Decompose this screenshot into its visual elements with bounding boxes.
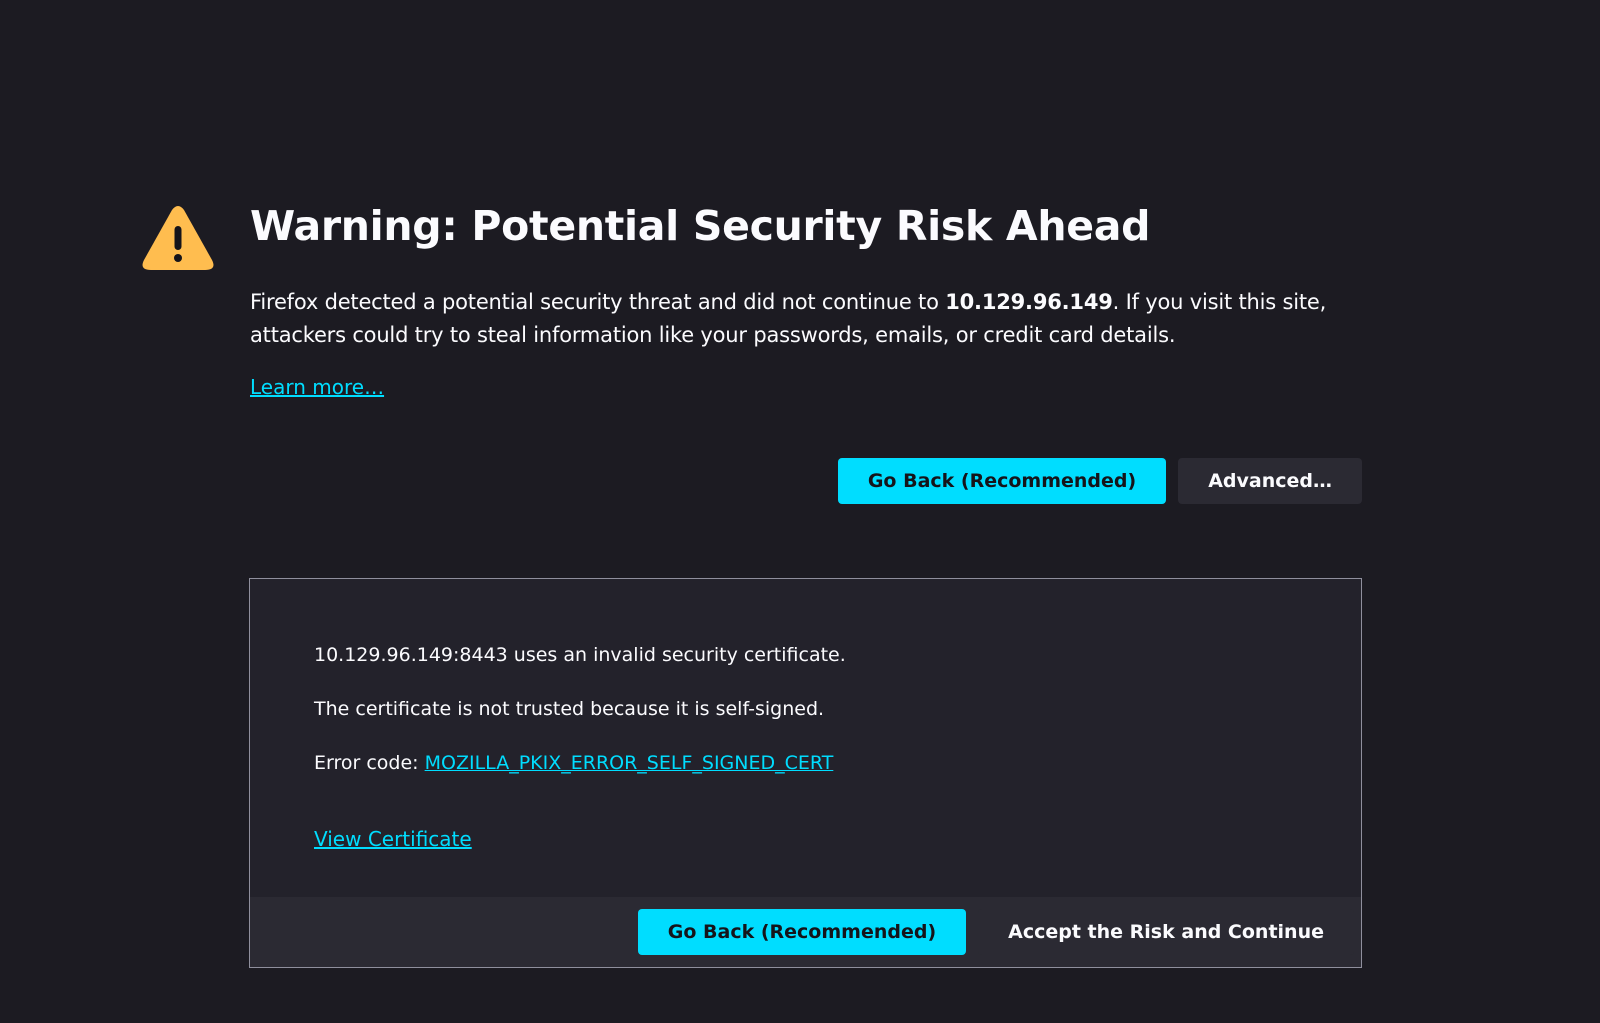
host-name: 10.129.96.149 bbox=[945, 290, 1113, 314]
go-back-button[interactable]: Go Back (Recommended) bbox=[837, 458, 1167, 504]
error-code-line: Error code: MOZILLA_PKIX_ERROR_SELF_SIGN… bbox=[314, 749, 1361, 777]
advanced-panel-body: 10.129.96.149:8443 uses an invalid secur… bbox=[250, 579, 1361, 854]
page-title: Warning: Potential Security Risk Ahead bbox=[250, 202, 1151, 250]
cert-reason-text: The certificate is not trusted because i… bbox=[314, 698, 825, 720]
view-certificate-link[interactable]: View Certificate bbox=[314, 825, 472, 853]
warning-triangle-icon bbox=[141, 204, 215, 274]
advanced-panel: 10.129.96.149:8443 uses an invalid secur… bbox=[249, 578, 1362, 968]
main-button-row: Go Back (Recommended) Advanced… bbox=[837, 458, 1362, 504]
intro-text: Firefox detected a potential security th… bbox=[250, 286, 1362, 352]
invalid-cert-text: 10.129.96.149:8443 uses an invalid secur… bbox=[314, 644, 846, 666]
intro-before: Firefox detected a potential security th… bbox=[250, 290, 946, 314]
panel-go-back-button[interactable]: Go Back (Recommended) bbox=[637, 909, 967, 955]
error-code-label: Error code: bbox=[314, 752, 425, 774]
accept-risk-button[interactable]: Accept the Risk and Continue bbox=[978, 909, 1354, 955]
error-content: Warning: Potential Security Risk Ahead F… bbox=[250, 196, 1362, 402]
advanced-panel-footer: Go Back (Recommended) Accept the Risk an… bbox=[250, 897, 1361, 967]
learn-more-link[interactable]: Learn more… bbox=[250, 372, 384, 402]
error-code-link[interactable]: MOZILLA_PKIX_ERROR_SELF_SIGNED_CERT bbox=[425, 752, 834, 774]
advanced-button[interactable]: Advanced… bbox=[1178, 458, 1362, 504]
